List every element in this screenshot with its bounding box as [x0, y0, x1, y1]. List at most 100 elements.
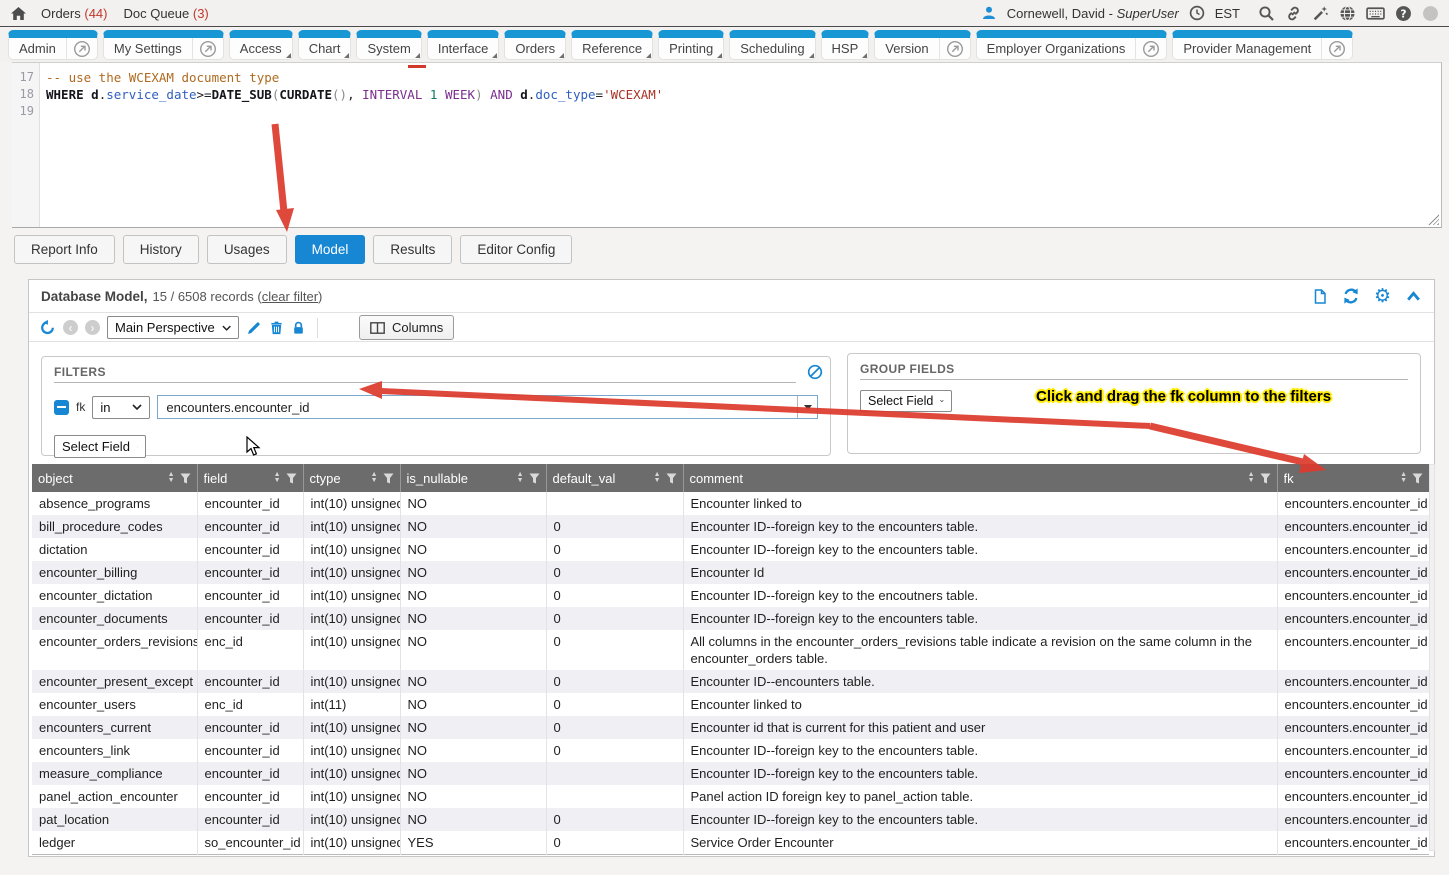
gear-icon[interactable]: ⚙ [1374, 288, 1391, 305]
main-tab-version[interactable]: Version [874, 30, 970, 60]
link-icon[interactable] [1285, 5, 1302, 22]
collapse-chevron-up-icon[interactable] [1405, 288, 1422, 305]
delete-trash-icon[interactable] [269, 320, 284, 336]
table-row[interactable]: encounter_present_exceptencounter_idint(… [32, 670, 1429, 693]
clock-icon[interactable] [1189, 5, 1205, 21]
sort-icon[interactable]: ▲▼ [654, 472, 661, 484]
main-tab-chart[interactable]: Chart [298, 30, 352, 60]
line-number: 18 [12, 86, 39, 103]
main-tab-admin[interactable]: Admin [8, 30, 98, 60]
tab-history[interactable]: History [123, 235, 199, 264]
column-header-field[interactable]: field▲▼ [197, 464, 303, 492]
table-row[interactable]: absence_programsencounter_idint(10) unsi… [32, 492, 1429, 515]
main-tab-provider-management[interactable]: Provider Management [1172, 30, 1353, 60]
table-row[interactable]: encounter_documentsencounter_idint(10) u… [32, 607, 1429, 630]
launch-icon[interactable] [939, 38, 970, 59]
table-row[interactable]: ledgerso_encounter_idint(10) unsignedYES… [32, 831, 1429, 855]
main-tab-hsp[interactable]: HSP [821, 30, 870, 60]
filter-funnel-icon[interactable] [1412, 473, 1423, 484]
nav-orders[interactable]: Orders (44) [41, 6, 107, 21]
table-row[interactable]: pat_locationencounter_idint(10) unsigned… [32, 808, 1429, 831]
filter-funnel-icon[interactable] [666, 473, 677, 484]
columns-button[interactable]: Columns [359, 315, 454, 340]
undo-icon[interactable] [39, 319, 56, 336]
column-header-ctype[interactable]: ctype▲▼ [303, 464, 400, 492]
refresh-icon[interactable] [1342, 287, 1360, 305]
table-row[interactable]: encounter_usersenc_idint(11)NO0Encounter… [32, 693, 1429, 716]
cell-comment: Encounter ID--foreign key to the encount… [683, 762, 1277, 785]
group-field-select[interactable]: Select Field [860, 390, 952, 412]
table-row[interactable]: encounter_billingencounter_idint(10) uns… [32, 561, 1429, 584]
user-menu[interactable]: Cornewell, David - SuperUser [1007, 6, 1179, 21]
combobox-dropdown-icon[interactable] [797, 396, 817, 418]
main-tab-employer-organizations[interactable]: Employer Organizations [976, 30, 1168, 60]
tab-model[interactable]: Model [295, 235, 366, 264]
column-header-default-val[interactable]: default_val▲▼ [546, 464, 683, 492]
nav-doc-queue[interactable]: Doc Queue (3) [123, 6, 208, 21]
code-token: AND [490, 87, 513, 102]
main-tab-orders[interactable]: Orders [504, 30, 566, 60]
keyboard-icon[interactable] [1366, 6, 1385, 21]
cell-ctype: int(10) unsigned [303, 515, 400, 538]
clear-filter-link[interactable]: clear filter [262, 289, 318, 304]
sort-icon[interactable]: ▲▼ [168, 472, 175, 484]
perspective-select[interactable]: Main Perspective [107, 316, 239, 339]
edit-pencil-icon[interactable] [246, 320, 262, 336]
history-back-icon[interactable]: ‹ [63, 320, 78, 335]
lock-icon[interactable] [291, 320, 306, 336]
sort-icon[interactable]: ▲▼ [517, 472, 524, 484]
main-tab-scheduling[interactable]: Scheduling [729, 30, 815, 60]
add-filter-field-select[interactable]: Select Field [54, 435, 146, 458]
wand-icon[interactable] [1312, 5, 1329, 22]
history-forward-icon[interactable]: › [85, 320, 100, 335]
table-row[interactable]: measure_complianceencounter_idint(10) un… [32, 762, 1429, 785]
table-row[interactable]: encounter_dictationencounter_idint(10) u… [32, 584, 1429, 607]
main-tab-my-settings[interactable]: My Settings [103, 30, 224, 60]
column-header-fk[interactable]: fk▲▼ [1277, 464, 1429, 492]
filter-operator-select[interactable]: in [92, 396, 150, 419]
table-scrollbar-track[interactable] [1429, 464, 1435, 851]
editor-code-area[interactable]: -- use the WCEXAM document typeWHERE d.s… [40, 63, 1441, 227]
launch-icon[interactable] [66, 38, 97, 59]
filter-value-input[interactable] [158, 396, 797, 418]
main-tab-interface[interactable]: Interface [427, 30, 500, 60]
sort-icon[interactable]: ▲▼ [1248, 472, 1255, 484]
new-document-icon[interactable] [1312, 288, 1328, 305]
filter-funnel-icon[interactable] [383, 473, 394, 484]
clear-filters-icon[interactable] [807, 364, 823, 380]
main-tab-reference[interactable]: Reference [571, 30, 653, 60]
table-row[interactable]: bill_procedure_codesencounter_idint(10) … [32, 515, 1429, 538]
column-header-object[interactable]: object▲▼ [32, 464, 197, 492]
main-tab-system[interactable]: System [356, 30, 421, 60]
sort-icon[interactable]: ▲▼ [1400, 472, 1407, 484]
table-row[interactable]: dictationencounter_idint(10) unsignedNO0… [32, 538, 1429, 561]
column-header-comment[interactable]: comment▲▼ [683, 464, 1277, 492]
filter-funnel-icon[interactable] [1260, 473, 1271, 484]
sort-icon[interactable]: ▲▼ [371, 472, 378, 484]
main-tab-printing[interactable]: Printing [658, 30, 724, 60]
table-row[interactable]: encounters_currentencounter_idint(10) un… [32, 716, 1429, 739]
sort-icon[interactable]: ▲▼ [274, 472, 281, 484]
table-row[interactable]: encounters_linkencounter_idint(10) unsig… [32, 739, 1429, 762]
filter-funnel-icon[interactable] [286, 473, 297, 484]
column-header-is-nullable[interactable]: is_nullable▲▼ [400, 464, 546, 492]
tab-usages[interactable]: Usages [207, 235, 287, 264]
sql-editor[interactable]: 171819 -- use the WCEXAM document typeWH… [12, 62, 1442, 228]
launch-icon[interactable] [1321, 38, 1352, 59]
tab-report-info[interactable]: Report Info [14, 235, 115, 264]
main-tab-access[interactable]: Access [229, 30, 293, 60]
filter-funnel-icon[interactable] [180, 473, 191, 484]
help-icon[interactable]: ? [1395, 5, 1412, 22]
home-icon[interactable] [10, 6, 27, 21]
tab-editor-config[interactable]: Editor Config [460, 235, 572, 264]
search-icon[interactable] [1258, 5, 1275, 22]
launch-icon[interactable] [192, 38, 223, 59]
table-row[interactable]: panel_action_encounterencounter_idint(10… [32, 785, 1429, 808]
globe-icon[interactable] [1339, 5, 1356, 22]
filter-funnel-icon[interactable] [529, 473, 540, 484]
launch-icon[interactable] [1135, 38, 1166, 59]
filter-value-combobox[interactable] [157, 395, 818, 419]
table-row[interactable]: encounter_orders_revisionsenc_idint(10) … [32, 630, 1429, 670]
remove-filter-icon[interactable] [54, 400, 69, 415]
tab-results[interactable]: Results [373, 235, 452, 264]
